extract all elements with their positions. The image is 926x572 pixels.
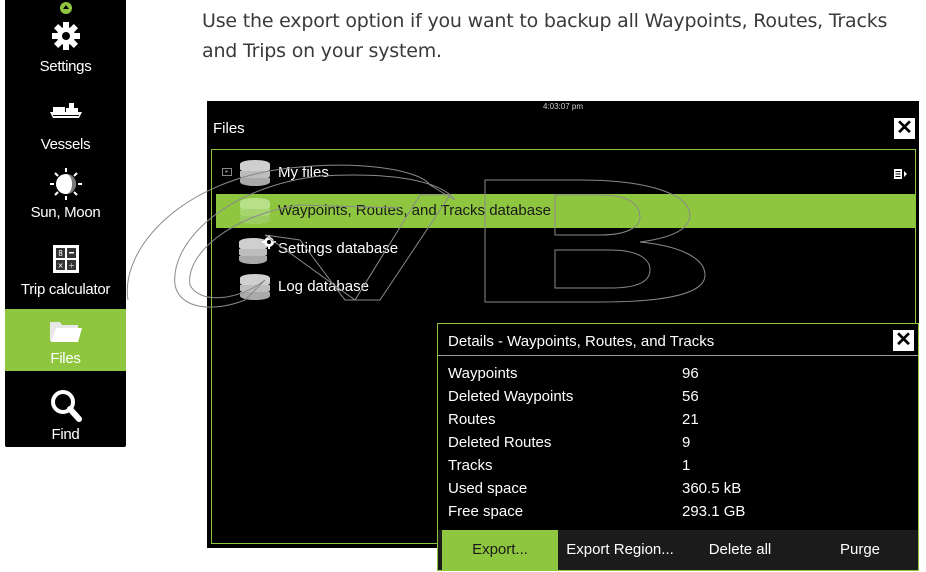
- stat-label: Routes: [448, 411, 496, 428]
- database-icon: [238, 273, 272, 305]
- file-row-waypoints-database[interactable]: Waypoints, Routes, and Tracks database: [216, 194, 916, 228]
- sidebar-item-sun-moon[interactable]: Sun, Moon: [5, 163, 126, 225]
- stat-value: 56: [682, 388, 699, 405]
- details-button-bar: Export... Export Region... Delete all Pu…: [438, 530, 918, 570]
- sidebar-item-label: Vessels: [40, 136, 91, 153]
- stat-label: Deleted Waypoints: [448, 388, 574, 405]
- stat-row: Tracks 1: [448, 454, 908, 477]
- sidebar-item-files[interactable]: Files: [5, 309, 126, 371]
- file-row-settings-database[interactable]: Settings database: [216, 232, 916, 266]
- stat-value: 21: [682, 411, 699, 428]
- details-title: Details - Waypoints, Routes, and Tracks: [448, 333, 715, 350]
- svg-text:×: ×: [57, 261, 63, 270]
- sidebar-item-trip-calculator[interactable]: 8 × ÷ Trip calculator: [5, 240, 126, 302]
- sidebar-item-label: Files: [50, 350, 81, 367]
- details-panel: Details - Waypoints, Routes, and Tracks …: [437, 323, 919, 571]
- database-icon: [238, 159, 272, 191]
- export-region-button[interactable]: Export Region...: [562, 530, 678, 570]
- sidebar-item-label: Settings: [39, 58, 92, 75]
- stat-value: 9: [682, 434, 691, 451]
- files-title: Files: [213, 120, 245, 137]
- sidebar: Settings Vessels Sun, Moon 8 × ÷ Trip ca…: [5, 0, 126, 447]
- stat-label: Waypoints: [448, 365, 518, 382]
- stat-value: 1: [682, 457, 691, 474]
- delete-all-button[interactable]: Delete all: [682, 530, 798, 570]
- export-button[interactable]: Export...: [442, 530, 558, 570]
- file-row-label: Waypoints, Routes, and Tracks database: [278, 202, 551, 219]
- moon-icon: [5, 167, 126, 201]
- file-row-my-files[interactable]: ▸ My files: [216, 156, 916, 190]
- file-row-log-database[interactable]: Log database: [216, 270, 916, 304]
- scroll-up-icon[interactable]: [60, 2, 72, 14]
- stat-label: Used space: [448, 480, 528, 497]
- vessel-icon: [5, 101, 126, 121]
- stat-label: Free space: [448, 503, 524, 520]
- gear-icon: [5, 21, 126, 51]
- stat-row: Waypoints 96: [448, 362, 908, 385]
- purge-button[interactable]: Purge: [802, 530, 918, 570]
- folder-icon: [5, 319, 126, 345]
- stat-label: Tracks: [448, 457, 493, 474]
- stat-value: 293.1 GB: [682, 503, 746, 520]
- file-row-label: Settings database: [278, 240, 399, 257]
- database-icon: [238, 197, 272, 229]
- stat-row: Used space 360.5 kB: [448, 477, 908, 500]
- database-settings-icon: [238, 235, 278, 269]
- intro-text: Use the export option if you want to bac…: [202, 10, 888, 62]
- svg-text:8: 8: [58, 249, 63, 258]
- stat-row: Free space 293.1 GB: [448, 500, 908, 523]
- svg-text:÷: ÷: [68, 261, 74, 270]
- sidebar-item-settings[interactable]: Settings: [5, 17, 126, 79]
- stat-row: Deleted Waypoints 56: [448, 385, 908, 408]
- stat-row: Deleted Routes 9: [448, 431, 908, 454]
- stat-row: Routes 21: [448, 408, 908, 431]
- details-close-button[interactable]: ✕: [893, 330, 914, 351]
- expand-icon[interactable]: ▸: [222, 168, 232, 176]
- sidebar-item-find[interactable]: Find: [5, 385, 126, 447]
- sidebar-item-vessels[interactable]: Vessels: [5, 95, 126, 157]
- files-close-button[interactable]: ✕: [894, 118, 915, 139]
- stat-label: Deleted Routes: [448, 434, 552, 451]
- clock: 4:03:07 pm: [542, 102, 584, 111]
- sidebar-item-label: Sun, Moon: [30, 204, 101, 221]
- file-row-label: My files: [278, 164, 329, 181]
- stat-value: 360.5 kB: [682, 480, 742, 497]
- sidebar-item-label: Trip calculator: [20, 281, 111, 298]
- details-header: Details - Waypoints, Routes, and Tracks …: [438, 324, 918, 356]
- stat-value: 96: [682, 365, 699, 382]
- menu-icon[interactable]: [894, 167, 908, 184]
- search-icon: [5, 389, 126, 423]
- sidebar-item-label: Find: [51, 426, 80, 443]
- calculator-icon: 8 × ÷: [5, 244, 126, 274]
- file-row-label: Log database: [278, 278, 369, 295]
